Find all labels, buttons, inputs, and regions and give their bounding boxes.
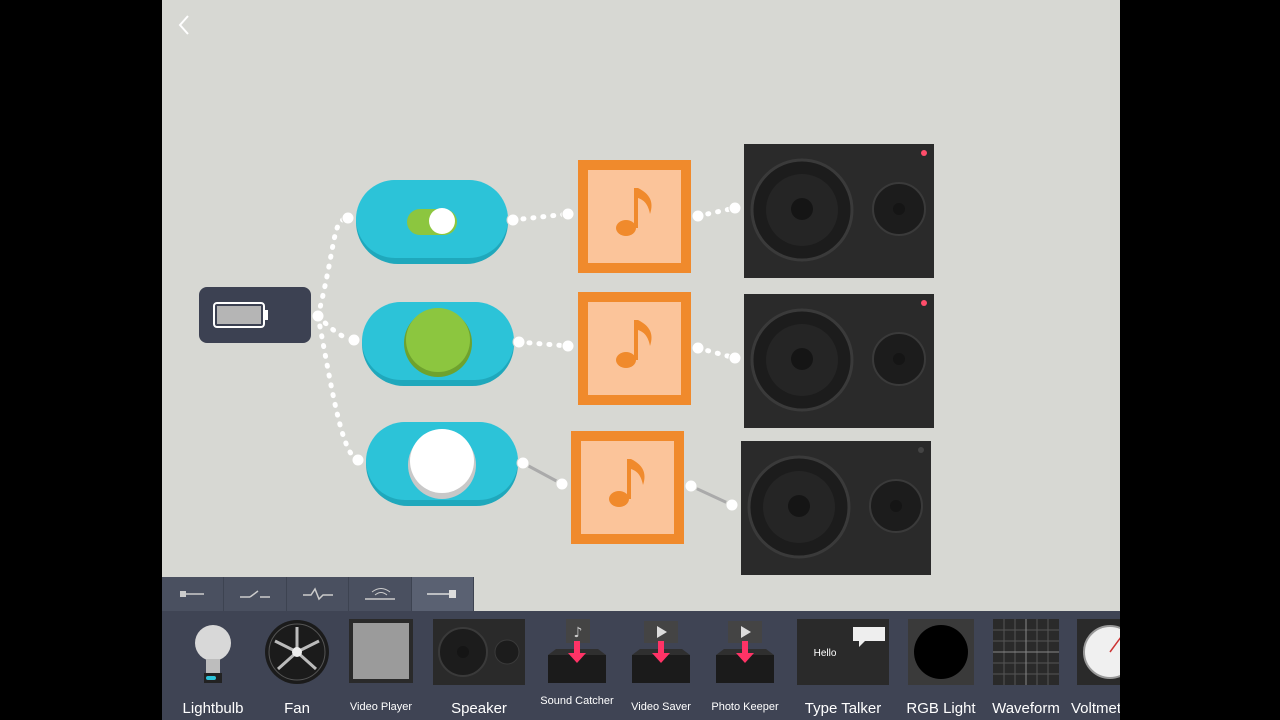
tab-output[interactable] — [411, 577, 475, 611]
sound-block-3[interactable] — [571, 431, 684, 544]
palette-item-video-saver[interactable]: Video Saver — [631, 619, 691, 713]
svg-text:♪: ♪ — [574, 625, 583, 641]
video-player-icon — [349, 619, 413, 683]
push-button-released-block[interactable] — [366, 422, 518, 506]
speaker-indicator-light — [918, 447, 924, 453]
switch-icon — [240, 590, 271, 598]
tab-wire[interactable] — [162, 577, 225, 611]
palette-item-fan[interactable]: Fan — [264, 619, 330, 717]
video-saver-icon — [632, 621, 690, 683]
speaker-block-1[interactable] — [744, 144, 934, 278]
sound-block-2[interactable] — [578, 292, 691, 405]
palette-item-waveform[interactable]: Waveform — [992, 619, 1060, 717]
push-button-green[interactable] — [406, 308, 470, 372]
push-button-white[interactable] — [410, 429, 474, 493]
component-palette[interactable]: Lightbulb Fan Video Player Speaker ♪ Sou… — [162, 611, 1120, 720]
type-talker-thumb-text: Hello — [814, 648, 837, 659]
wire-switch-1-to-sound-1 — [510, 211, 571, 223]
signal-icon — [302, 587, 333, 601]
circuit-canvas[interactable]: Lightbulb Fan Video Player Speaker ♪ Sou… — [162, 0, 1120, 720]
palette-label: Waveform — [992, 700, 1060, 717]
sound-block-1[interactable] — [578, 160, 691, 273]
palette-label: Speaker — [451, 700, 507, 717]
palette-label: Voltmeter — [1071, 700, 1120, 717]
lightbulb-icon — [195, 625, 231, 683]
sound-catcher-icon: ♪ — [548, 619, 606, 683]
speaker-indicator-light — [921, 300, 927, 306]
fan-icon — [265, 620, 329, 684]
push-button-pressed-block[interactable] — [362, 302, 514, 386]
tab-signal[interactable] — [286, 577, 350, 611]
type-talker-icon: Hello — [797, 619, 889, 685]
voltmeter-icon — [1077, 619, 1120, 685]
palette-item-photo-keeper[interactable]: Photo Keeper — [711, 619, 779, 713]
component-category-tabs — [162, 577, 475, 611]
speaker-block-2[interactable] — [744, 294, 934, 428]
wire-icon — [179, 591, 204, 597]
wire-battery-to-switch-1 — [315, 215, 351, 319]
palette-item-voltmeter[interactable]: Voltmeter — [1071, 619, 1120, 717]
back-button[interactable] — [172, 10, 198, 40]
tab-wireless[interactable] — [349, 577, 412, 611]
wireless-icon — [364, 588, 395, 600]
circuit-diagram[interactable] — [162, 0, 1120, 577]
speaker-block-3[interactable] — [741, 441, 931, 575]
wire-sound-3-to-speaker-3 — [690, 484, 733, 507]
rgb-light-icon — [908, 619, 974, 685]
wire-switch-3-to-sound-3 — [522, 461, 563, 486]
palette-item-speaker[interactable]: Speaker — [433, 619, 525, 717]
speaker-indicator-light — [921, 150, 927, 156]
output-icon — [427, 590, 457, 598]
speaker-icon — [433, 619, 525, 685]
wire-switch-2-to-sound-2 — [516, 339, 571, 349]
palette-item-video-player[interactable]: Video Player — [349, 619, 413, 713]
photo-keeper-icon — [716, 621, 774, 683]
chevron-left-icon — [178, 15, 189, 35]
toggle-switch-block[interactable] — [356, 180, 508, 264]
battery-icon — [213, 302, 268, 328]
palette-item-type-talker[interactable]: Hello Type Talker — [797, 619, 889, 717]
palette-item-rgb-light[interactable]: RGB Light — [906, 619, 976, 717]
battery-block[interactable] — [199, 287, 311, 343]
waveform-icon — [993, 619, 1059, 685]
palette-item-sound-catcher[interactable]: ♪ Sound Catcher — [540, 619, 614, 707]
tab-switch[interactable] — [224, 577, 287, 611]
toggle-knob[interactable] — [429, 208, 455, 234]
palette-item-lightbulb[interactable]: Lightbulb — [182, 619, 244, 717]
